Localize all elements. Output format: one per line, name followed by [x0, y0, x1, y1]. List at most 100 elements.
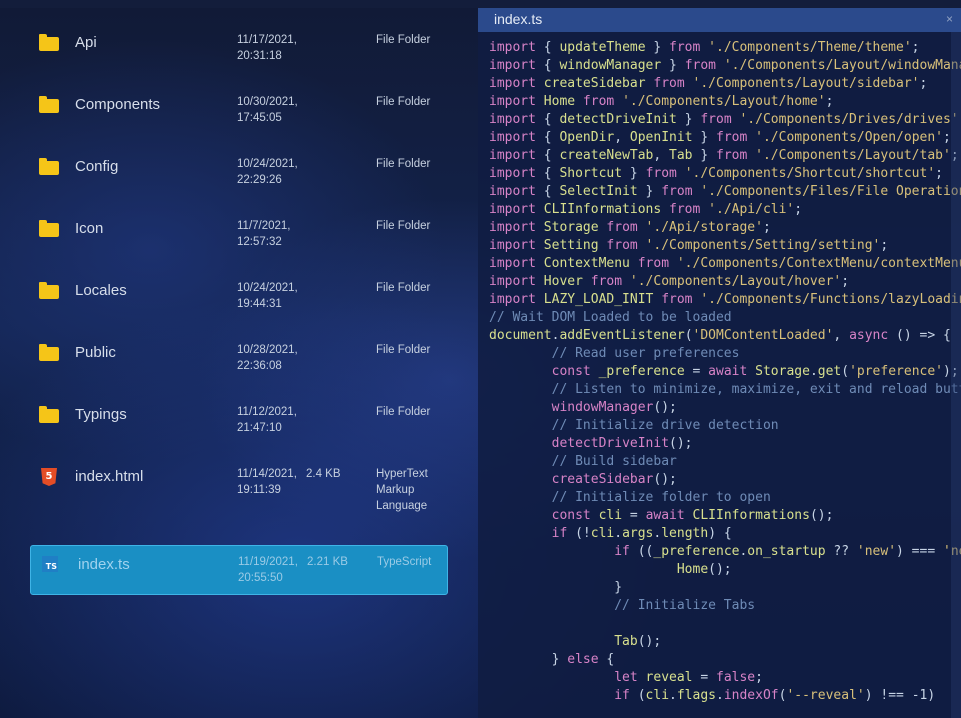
code-token: import — [489, 256, 536, 271]
preview-title-bar: index.ts × — [478, 8, 961, 32]
file-row[interactable]: Components 10/30/2021, 17:45:05 File Folder — [30, 86, 448, 136]
code-token: ) !== -1) — [864, 688, 936, 703]
code-token: } — [489, 580, 623, 595]
code-line: document.addEventListener('DOMContentLoa… — [489, 327, 961, 345]
code-token: Tab — [669, 148, 693, 163]
file-date: 10/24/2021, 19:44:31 — [237, 280, 303, 312]
code-token: , — [614, 130, 630, 145]
code-token: import — [489, 130, 536, 145]
file-date-line2: 20:31:18 — [237, 50, 282, 62]
code-token: import — [489, 220, 536, 235]
file-row[interactable]: 5 index.html 11/14/2021, 19:11:39 2.4 KB Hype… — [30, 458, 448, 512]
file-type: File Folder — [376, 34, 431, 46]
file-type: File Folder — [376, 282, 431, 294]
code-token: // Read user preferences — [551, 346, 740, 361]
code-line: import { windowManager } from './Compone… — [489, 57, 961, 75]
code-token: { — [535, 148, 560, 163]
code-token: Tab — [614, 634, 638, 649]
close-icon[interactable]: × — [946, 12, 953, 26]
file-row[interactable]: Icon 11/7/2021, 12:57:32 File Folder — [30, 210, 448, 260]
file-row[interactable]: Public 10/28/2021, 22:36:08 File Folder — [30, 334, 448, 384]
code-token: () => { — [888, 328, 951, 343]
code-line: import Hover from './Components/Layout/h… — [489, 273, 961, 291]
code-token: from — [653, 292, 693, 307]
code-token: cli — [590, 508, 623, 523]
code-token: if — [614, 544, 630, 559]
code-line: windowManager(); — [489, 399, 961, 417]
file-date-line1: 11/7/2021, — [237, 220, 291, 232]
code-token: from — [684, 58, 716, 73]
file-name: Components — [75, 96, 161, 113]
code-line: const cli = await CLIInformations(); — [489, 507, 961, 525]
code-token: await — [708, 364, 748, 379]
file-row[interactable]: TS index.ts 11/19/2021, 20:55:50 2.21 KB Type… — [30, 545, 448, 595]
file-type: File Folder — [376, 158, 431, 170]
code-line: import { SelectInit } from './Components… — [489, 183, 961, 201]
code-token: SelectInit — [559, 184, 638, 199]
code-token: createSidebar — [551, 472, 654, 487]
file-type: File Folder — [376, 96, 431, 108]
code-token: document — [489, 328, 552, 343]
code-token: import — [489, 238, 536, 253]
file-date: 11/7/2021, 12:57:32 — [237, 218, 303, 250]
code-token: './Components/Shortcut/shortcut' — [676, 166, 936, 181]
code-token: ?? — [825, 544, 857, 559]
file-row[interactable]: Api 11/17/2021, 20:31:18 File Folder — [30, 24, 448, 74]
folder-icon — [39, 158, 59, 175]
code-token: . — [809, 364, 818, 379]
code-line: // Read user preferences — [489, 345, 961, 363]
file-name: Api — [75, 34, 97, 51]
file-row[interactable]: Config 10/24/2021, 22:29:26 File Folder — [30, 148, 448, 198]
code-line: let reveal = false; — [489, 669, 961, 687]
file-row[interactable]: Locales 10/24/2021, 19:44:31 File Folder — [30, 272, 448, 322]
file-date-line1: 10/24/2021, — [237, 282, 298, 294]
file-date: 10/28/2021, 22:36:08 — [237, 342, 303, 374]
code-token: './Api/storage' — [637, 220, 763, 235]
file-date-line2: 12:57:32 — [237, 236, 282, 248]
code-line: import LAZY_LOAD_INIT from './Components… — [489, 291, 961, 309]
file-row[interactable]: Typings 11/12/2021, 21:47:10 File Folder — [30, 396, 448, 446]
file-size: 2.21 KB — [307, 556, 348, 568]
code-token: ; — [880, 238, 889, 253]
file-date: 11/19/2021, 20:55:50 — [238, 554, 304, 586]
code-token: CLIInformations — [684, 508, 810, 523]
folder-icon — [39, 34, 59, 51]
code-token: 'new' — [856, 544, 897, 559]
code-token: ; — [935, 166, 943, 181]
code-token: from — [629, 256, 670, 271]
code-token: import — [489, 184, 536, 199]
code-token: , — [833, 328, 850, 343]
code-line: detectDriveInit(); — [489, 435, 961, 453]
code-token: import — [489, 166, 536, 181]
file-preview-panel: index.ts × import { updateTheme } from '… — [478, 8, 961, 718]
code-line: // Wait DOM Loaded to be loaded — [489, 309, 961, 327]
code-line: import Setting from './Components/Settin… — [489, 237, 961, 255]
file-name: index.ts — [78, 556, 130, 573]
code-token: ; — [825, 94, 834, 109]
code-token: './Components/Files/File Operation/selec… — [700, 184, 961, 199]
code-token: { — [535, 184, 560, 199]
code-token: // Initialize Tabs — [614, 598, 756, 613]
code-token: Hover — [535, 274, 583, 289]
code-token: . — [614, 526, 623, 541]
code-token: createNewTab — [559, 148, 654, 163]
code-token: './Api/cli' — [700, 202, 795, 217]
preview-scrollbar[interactable] — [951, 32, 961, 718]
file-date: 11/12/2021, 21:47:10 — [237, 404, 303, 436]
code-token: Home — [676, 562, 709, 577]
code-token: updateTheme — [559, 40, 646, 55]
code-token: detectDriveInit — [551, 436, 670, 451]
code-token: Storage — [747, 364, 810, 379]
folder-icon — [39, 406, 59, 423]
code-token: './Components/Layout/sidebar' — [684, 76, 920, 91]
code-token: ; — [943, 130, 951, 145]
code-token: = — [692, 670, 716, 685]
code-line: import { createNewTab, Tab } from './Com… — [489, 147, 961, 165]
file-type: File Folder — [376, 220, 431, 232]
code-token: CLIInformations — [535, 202, 662, 217]
code-line: if (cli.flags.indexOf('--reveal') !== -1… — [489, 687, 961, 705]
file-name: Locales — [75, 282, 127, 299]
